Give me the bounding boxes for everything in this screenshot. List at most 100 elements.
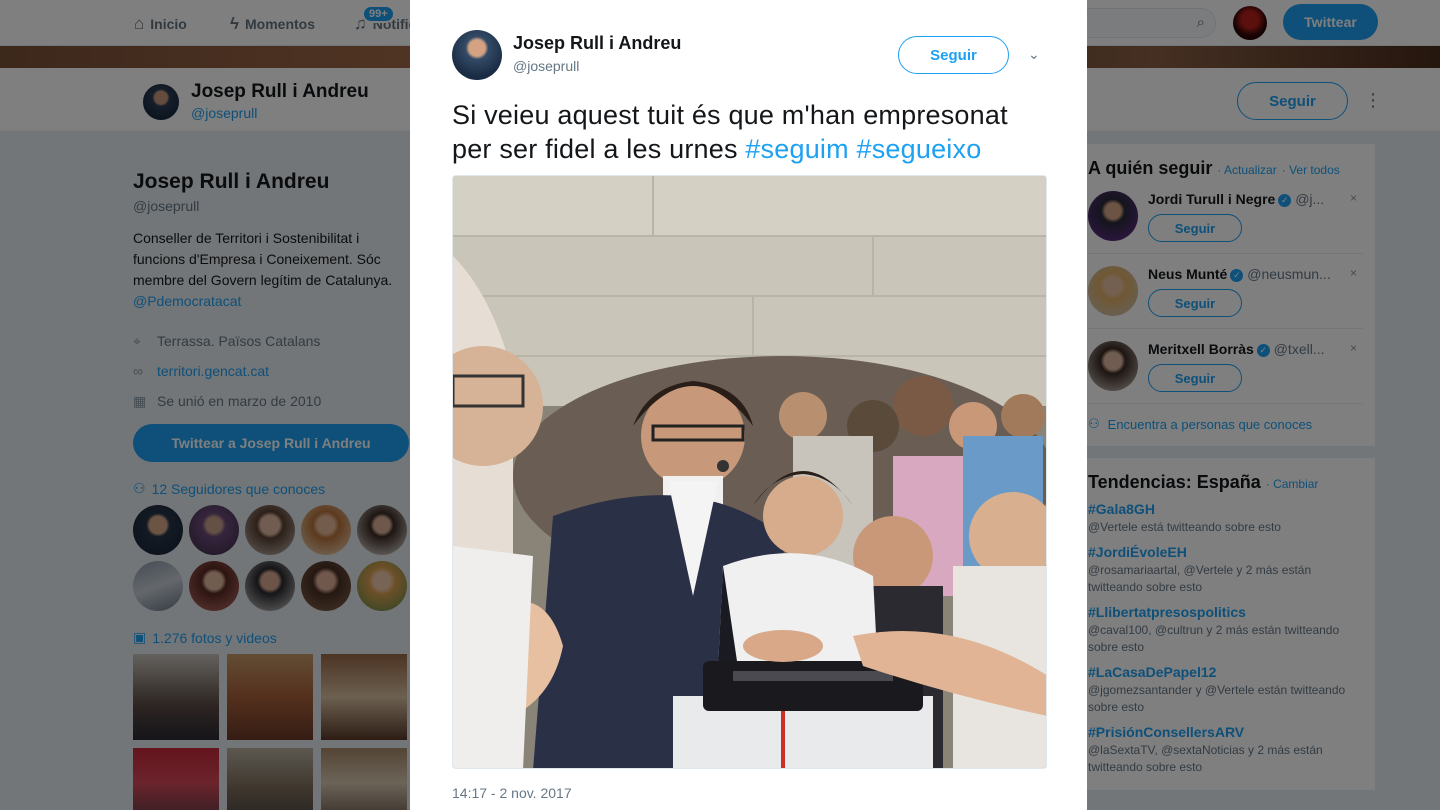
trend-tag: #Gala8GH [1088, 501, 1155, 517]
trend-item[interactable]: #JordiÉvoleEH @rosamariaartal, @Vertele … [1088, 544, 1363, 596]
follower-avatar[interactable] [189, 561, 239, 611]
account-avatar[interactable] [1233, 6, 1267, 40]
trend-tag: #JordiÉvoleEH [1088, 544, 1187, 560]
calendar-icon: ▦ [133, 392, 147, 409]
hashtag-link[interactable]: #segueixo [857, 134, 982, 164]
followers-you-know-label: 12 Seguidores que conoces [151, 480, 326, 497]
suggestion-follow-button[interactable]: Seguir [1148, 214, 1242, 242]
suggestion-avatar[interactable] [1088, 341, 1138, 391]
location-icon: ⌖ [133, 332, 141, 349]
profile-website[interactable]: territori.gencat.cat [157, 363, 269, 379]
trend-item[interactable]: #PrisiónConsellersARV @laSextaTV, @sexta… [1088, 724, 1363, 776]
profile-bar-name[interactable]: Josep Rull i Andreu [191, 81, 369, 103]
tweet-modal: Josep Rull i Andreu @joseprull Seguir ⌄ … [410, 0, 1087, 810]
nav-moments[interactable]: ϟ Momentos [230, 14, 315, 34]
trend-item[interactable]: #Gala8GH @Vertele está twitteando sobre … [1088, 501, 1363, 536]
follower-avatar[interactable] [133, 505, 183, 555]
tweet-photo[interactable] [452, 175, 1047, 769]
profile-follow-button[interactable]: Seguir [1237, 82, 1348, 120]
trend-item[interactable]: #Llibertatpresospolitics @caval100, @cul… [1088, 604, 1363, 656]
chevron-down-icon[interactable]: ⌄ [1028, 46, 1040, 63]
view-all-link[interactable]: · Ver todos [1282, 163, 1340, 177]
trend-description: @caval100, @cultrun y 2 más están twitte… [1088, 623, 1340, 654]
follower-avatar[interactable] [301, 505, 351, 555]
suggestion-name-line[interactable]: Jordi Turull i Negre ✓ @j... [1148, 191, 1324, 207]
dismiss-icon[interactable]: × [1350, 266, 1357, 280]
person-icon: ⚇ [133, 480, 146, 496]
find-people-label: Encuentra a personas que conoces [1107, 416, 1313, 432]
trend-item[interactable]: #LaCasaDePapel12 @jgomezsantander y @Ver… [1088, 664, 1363, 716]
profile-bar-handle[interactable]: @joseprull [191, 105, 257, 121]
trend-tag: #LaCasaDePapel12 [1088, 664, 1217, 680]
photos-videos-label: 1.276 fotos y videos [152, 629, 277, 646]
nav-home[interactable]: ⌂ Inicio [134, 14, 187, 34]
photo-thumbnail[interactable] [227, 654, 313, 740]
profile-bio-text: Conseller de Territori i Sostenibilitat … [133, 230, 393, 288]
lightning-icon: ϟ [230, 14, 239, 33]
follower-avatar[interactable] [245, 505, 295, 555]
photo-thumbnail[interactable] [133, 748, 219, 810]
profile-bar-avatar[interactable] [141, 82, 181, 122]
photos-grid [133, 654, 413, 810]
refresh-link[interactable]: · Actualizar [1217, 163, 1276, 177]
follower-avatar[interactable] [301, 561, 351, 611]
verified-icon: ✓ [1278, 194, 1292, 207]
people-icon: ⚇ [1088, 416, 1100, 431]
right-sidebar: A quién seguir · Actualizar · Ver todos … [1075, 143, 1376, 791]
trend-tag: #Llibertatpresospolitics [1088, 604, 1246, 620]
suggestion-follow-button[interactable]: Seguir [1148, 364, 1242, 392]
photo-thumbnail[interactable] [321, 748, 407, 810]
who-to-follow-title: A quién seguir [1088, 158, 1213, 178]
profile-sidebar: Josep Rull i Andreu @joseprull Conseller… [133, 170, 413, 810]
tweet-to-button[interactable]: Twittear a Josep Rull i Andreu [133, 424, 409, 462]
verified-icon: ✓ [1230, 269, 1244, 282]
tweet-button[interactable]: Twittear [1283, 4, 1378, 40]
follower-avatar[interactable] [245, 561, 295, 611]
trends-card: Tendencias: España · Cambiar #Gala8GH @V… [1075, 457, 1376, 791]
tweet-author-avatar[interactable] [452, 30, 502, 80]
followers-you-know-link[interactable]: ⚇ 12 Seguidores que conoces [133, 480, 413, 497]
tweet-text: Si veieu aquest tuit és que m'han empres… [452, 98, 1052, 166]
suggestion-name-line[interactable]: Neus Munté ✓ @neusmun... [1148, 266, 1331, 282]
trends-title: Tendencias: España [1088, 472, 1261, 492]
more-options-icon[interactable]: ⋮ [1364, 90, 1382, 111]
who-to-follow-card: A quién seguir · Actualizar · Ver todos … [1075, 143, 1376, 447]
tweet-timestamp[interactable]: 14:17 - 2 nov. 2017 [452, 785, 572, 801]
suggestion-name: Neus Munté [1148, 266, 1228, 282]
nav-home-label: Inicio [150, 16, 187, 32]
follower-avatar[interactable] [133, 561, 183, 611]
suggestion-follow-button[interactable]: Seguir [1148, 289, 1242, 317]
suggestion-name-line[interactable]: Meritxell Borràs ✓ @txell... [1148, 341, 1325, 357]
suggestion-avatar[interactable] [1088, 191, 1138, 241]
suggestion-name: Jordi Turull i Negre [1148, 191, 1276, 207]
suggestion-handle: @j... [1295, 191, 1325, 207]
follower-avatar[interactable] [357, 505, 407, 555]
profile-name[interactable]: Josep Rull i Andreu [133, 170, 413, 194]
tweet-follow-button[interactable]: Seguir [898, 36, 1009, 74]
dismiss-icon[interactable]: × [1350, 341, 1357, 355]
follower-avatar[interactable] [357, 561, 407, 611]
trends-header: Tendencias: España · Cambiar [1088, 472, 1363, 493]
photo-thumbnail[interactable] [321, 654, 407, 740]
trends-change-link[interactable]: · Cambiar [1266, 477, 1319, 491]
photo-thumbnail[interactable] [133, 654, 219, 740]
trend-tag: #PrisiónConsellersARV [1088, 724, 1245, 740]
profile-bio: Conseller de Territori i Sostenibilitat … [133, 228, 413, 312]
tweet-author-handle[interactable]: @joseprull [513, 58, 579, 74]
notification-badge: 99+ [362, 5, 395, 23]
follower-avatar[interactable] [189, 505, 239, 555]
profile-meta: ⌖ Terrassa. Països Catalans ∞ territori.ge… [133, 326, 413, 416]
profile-handle[interactable]: @joseprull [133, 198, 413, 214]
photos-videos-link[interactable]: ▣ 1.276 fotos y videos [133, 629, 413, 646]
suggestion-row: Neus Munté ✓ @neusmun... Seguir × [1088, 254, 1363, 329]
dismiss-icon[interactable]: × [1350, 191, 1357, 205]
suggestion-row: Jordi Turull i Negre ✓ @j... Seguir × [1088, 179, 1363, 254]
followers-grid [133, 505, 413, 611]
profile-bio-link[interactable]: @Pdemocratacat [133, 293, 241, 309]
tweet-author-name[interactable]: Josep Rull i Andreu [513, 33, 681, 54]
find-people-link[interactable]: ⚇ Encuentra a personas que conoces [1088, 416, 1363, 432]
photo-thumbnail[interactable] [227, 748, 313, 810]
search-icon[interactable]: ⌕ [1197, 14, 1205, 31]
hashtag-link[interactable]: #seguim [745, 134, 848, 164]
suggestion-avatar[interactable] [1088, 266, 1138, 316]
